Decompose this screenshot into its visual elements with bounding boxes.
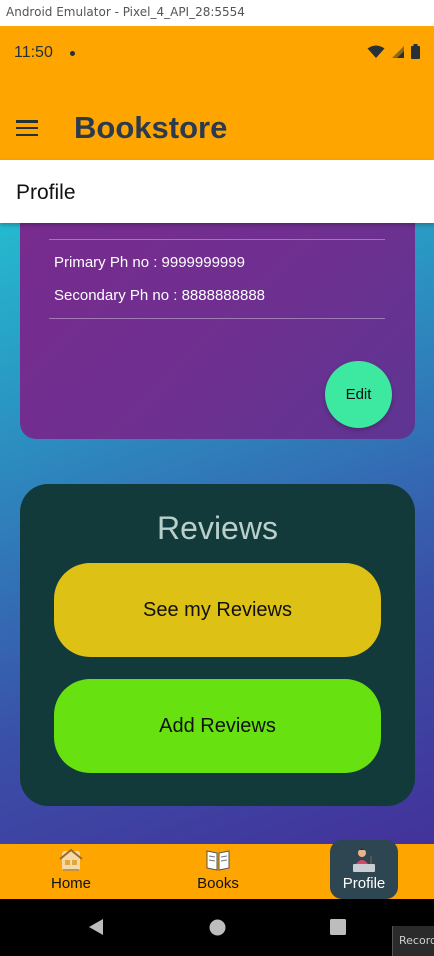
system-navigation-bar: [0, 899, 434, 956]
primary-phone: Primary Ph no : 9999999999: [54, 254, 245, 271]
emulator-title: Android Emulator - Pixel_4_API_28:5554: [6, 5, 245, 19]
reviews-card: Reviews See my Reviews Add Reviews: [20, 484, 415, 806]
nav-label-profile: Profile: [342, 875, 386, 892]
see-my-reviews-button[interactable]: See my Reviews: [54, 563, 381, 657]
cellular-signal-icon: [392, 45, 404, 58]
status-bar: 11:50: [0, 26, 434, 82]
wifi-icon: [367, 45, 385, 58]
page-header: Profile: [0, 160, 434, 223]
bottom-navigation: Home Books Profile: [0, 840, 434, 899]
home-icon: [59, 848, 83, 871]
hamburger-menu-icon[interactable]: [16, 120, 38, 136]
add-reviews-button[interactable]: Add Reviews: [54, 679, 381, 773]
secondary-phone: Secondary Ph no : 8888888888: [54, 287, 266, 304]
profile-content[interactable]: Adhaar No : 123487655678 Primary Ph no :…: [0, 160, 434, 844]
divider: [49, 318, 385, 319]
nav-item-home[interactable]: Home: [31, 844, 111, 899]
app-title: Bookstore: [74, 110, 228, 145]
home-circle-icon[interactable]: [209, 919, 226, 936]
recents-icon[interactable]: [330, 919, 346, 935]
battery-icon: [411, 44, 420, 59]
app-bar: Bookstore: [0, 82, 434, 160]
back-icon[interactable]: [87, 918, 105, 936]
system-icons: [367, 44, 420, 59]
profile-icon: [353, 848, 375, 872]
nav-item-profile[interactable]: Profile: [330, 840, 398, 899]
book-icon: [206, 850, 230, 871]
recorder-label: Record: [392, 926, 434, 956]
reviews-title: Reviews: [157, 510, 278, 546]
page-title: Profile: [16, 181, 76, 204]
edit-button[interactable]: Edit: [325, 361, 392, 428]
status-time: 11:50: [14, 44, 53, 61]
nav-label-books: Books: [197, 875, 239, 892]
emulator-title-bar: Android Emulator - Pixel_4_API_28:5554: [0, 0, 434, 26]
divider: [49, 239, 385, 240]
nav-item-books[interactable]: Books: [178, 844, 258, 899]
notification-dot-icon: [70, 51, 75, 56]
nav-label-home: Home: [50, 875, 91, 892]
